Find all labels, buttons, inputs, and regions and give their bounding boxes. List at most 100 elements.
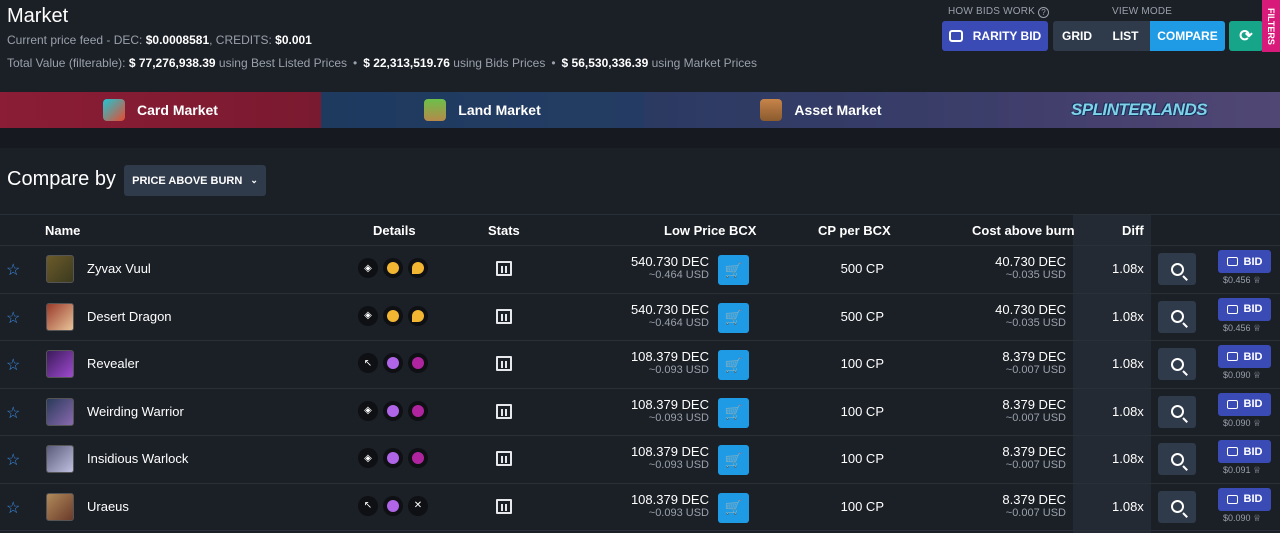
price-dec: 540.730 DEC — [630, 301, 709, 317]
bid-price: $0.090 ♕ — [1223, 512, 1262, 523]
tab-card-market[interactable]: Card Market — [0, 92, 321, 128]
stats-icon[interactable] — [496, 451, 512, 466]
total-best-label: using Best Listed Prices — [215, 56, 347, 70]
bid-price: $0.456 ♕ — [1223, 275, 1262, 285]
card-name[interactable]: Desert Dragon — [87, 309, 172, 324]
star-icon[interactable]: ☆ — [6, 260, 20, 280]
low-price: 108.379 DEC ~0.093 USD — [631, 397, 709, 424]
arrow-icon: ↖ — [358, 353, 378, 373]
card-avatar[interactable] — [46, 350, 74, 378]
star-icon[interactable]: ☆ — [6, 403, 20, 423]
card-avatar[interactable] — [46, 255, 74, 283]
tab-asset-market[interactable]: Asset Market — [644, 92, 998, 128]
bid-button[interactable]: BID — [1218, 487, 1271, 511]
col-cp-per-bcx[interactable]: CP per BCX — [818, 223, 891, 238]
divider — [0, 128, 1280, 148]
credits-label: , CREDITS: — [209, 33, 276, 47]
card-name[interactable]: Revealer — [87, 356, 139, 371]
search-icon — [1170, 262, 1184, 276]
bid-button[interactable]: BID — [1218, 297, 1271, 321]
total-market-label: using Market Prices — [648, 56, 757, 70]
coins-icon — [1226, 399, 1238, 409]
card-avatar[interactable] — [46, 492, 74, 521]
diamond-icon: ◈ — [358, 305, 378, 326]
cart-icon[interactable]: 🛒 — [718, 302, 749, 333]
price-usd: ~0.464 USD — [648, 316, 709, 329]
price-usd: ~0.093 USD — [648, 364, 709, 376]
compare-table: Name Details Stats Low Price BCX CP per … — [0, 214, 1280, 531]
search-button[interactable] — [1158, 300, 1196, 333]
burn-usd: ~0.007 USD — [1005, 459, 1066, 471]
bid-button[interactable]: BID — [1218, 440, 1271, 463]
bid-button[interactable]: BID — [1218, 345, 1271, 368]
cart-icon[interactable]: 🛒 — [718, 492, 749, 523]
col-low-price[interactable]: Low Price BCX — [664, 223, 756, 238]
stats-icon[interactable] — [496, 498, 512, 514]
view-grid-button[interactable]: GRID — [1053, 21, 1101, 51]
card-avatar[interactable] — [46, 302, 74, 331]
card-avatar[interactable] — [46, 397, 74, 426]
diff-value: 1.08x — [1112, 451, 1144, 466]
tab-land-market[interactable]: Land Market — [321, 92, 644, 128]
cost-above-burn: 8.379 DEC ~0.007 USD — [1002, 397, 1066, 424]
card-name[interactable]: Zyvax Vuul — [87, 261, 151, 276]
card-name[interactable]: Insidious Warlock — [87, 451, 188, 466]
diff-value: 1.08x — [1112, 356, 1144, 371]
star-icon[interactable]: ☆ — [6, 498, 20, 518]
filters-tab[interactable]: FILTERS — [1262, 0, 1280, 52]
bid-label: BID — [1243, 255, 1263, 268]
cart-icon[interactable]: 🛒 — [718, 445, 749, 475]
land-market-icon — [424, 99, 447, 121]
cost-above-burn: 8.379 DEC ~0.007 USD — [1002, 444, 1066, 471]
col-cost-above-burn[interactable]: Cost above burn — [972, 223, 1075, 238]
search-button[interactable] — [1158, 253, 1196, 285]
search-button[interactable] — [1158, 395, 1196, 428]
price-usd: ~0.093 USD — [648, 459, 709, 471]
table-row: ☆ Uraeus ↖ ✕ 108.379 DEC ~0.093 USD 🛒 100… — [0, 484, 1280, 531]
refresh-button[interactable]: ⟳ — [1229, 21, 1263, 51]
coins-icon — [1226, 352, 1238, 361]
col-diff[interactable]: Diff — [1122, 223, 1144, 238]
view-mode-label: VIEW MODE — [1112, 6, 1173, 17]
star-icon[interactable]: ☆ — [6, 355, 20, 375]
search-button[interactable] — [1158, 490, 1196, 523]
cart-icon[interactable]: 🛒 — [718, 255, 749, 285]
card-name[interactable]: Weirding Warrior — [87, 404, 184, 419]
search-icon — [1170, 310, 1184, 323]
cart-icon[interactable]: 🛒 — [718, 397, 749, 428]
card-details: ◈ — [358, 305, 428, 326]
star-icon[interactable]: ☆ — [6, 450, 20, 470]
stats-icon[interactable] — [496, 261, 512, 276]
edition-icon — [383, 495, 403, 516]
card-avatar[interactable] — [46, 445, 74, 473]
stats-icon[interactable] — [496, 308, 512, 324]
stats-icon[interactable] — [496, 356, 512, 371]
bid-price: $0.090 ♕ — [1223, 417, 1262, 428]
price-dec: 108.379 DEC — [630, 491, 709, 507]
price-usd: ~0.093 USD — [648, 506, 709, 519]
view-compare-button[interactable]: COMPARE — [1150, 21, 1225, 51]
tab-splinterlands[interactable]: SPLINTERLANDS — [998, 92, 1280, 128]
compare-by-dropdown[interactable]: PRICE ABOVE BURN ⌄ — [124, 165, 266, 196]
card-details: ↖ ✕ — [358, 495, 428, 516]
table-row: ☆ Desert Dragon ◈ 540.730 DEC ~0.464 USD … — [0, 294, 1280, 341]
burn-dec: 40.730 DEC — [995, 254, 1066, 269]
how-bids-work-link[interactable]: HOW BIDS WORK? — [948, 6, 1050, 18]
cart-icon[interactable]: 🛒 — [718, 350, 749, 380]
rarity-bid-button[interactable]: RARITY BID — [942, 21, 1048, 51]
burn-usd: ~0.007 USD — [1005, 364, 1066, 376]
burn-dec: 40.730 DEC — [995, 301, 1066, 317]
col-name[interactable]: Name — [45, 223, 80, 238]
card-details: ↖ — [358, 353, 428, 373]
credits-price: $0.001 — [275, 33, 312, 47]
view-list-button[interactable]: LIST — [1101, 21, 1150, 51]
star-icon[interactable]: ☆ — [6, 308, 20, 328]
bid-button[interactable]: BID — [1218, 250, 1271, 273]
edition-icon — [383, 353, 403, 373]
card-name[interactable]: Uraeus — [87, 499, 129, 514]
search-button[interactable] — [1158, 348, 1196, 380]
bid-button[interactable]: BID — [1218, 392, 1271, 416]
low-price: 108.379 DEC ~0.093 USD — [631, 444, 709, 471]
search-button[interactable] — [1158, 443, 1196, 475]
stats-icon[interactable] — [496, 403, 512, 419]
